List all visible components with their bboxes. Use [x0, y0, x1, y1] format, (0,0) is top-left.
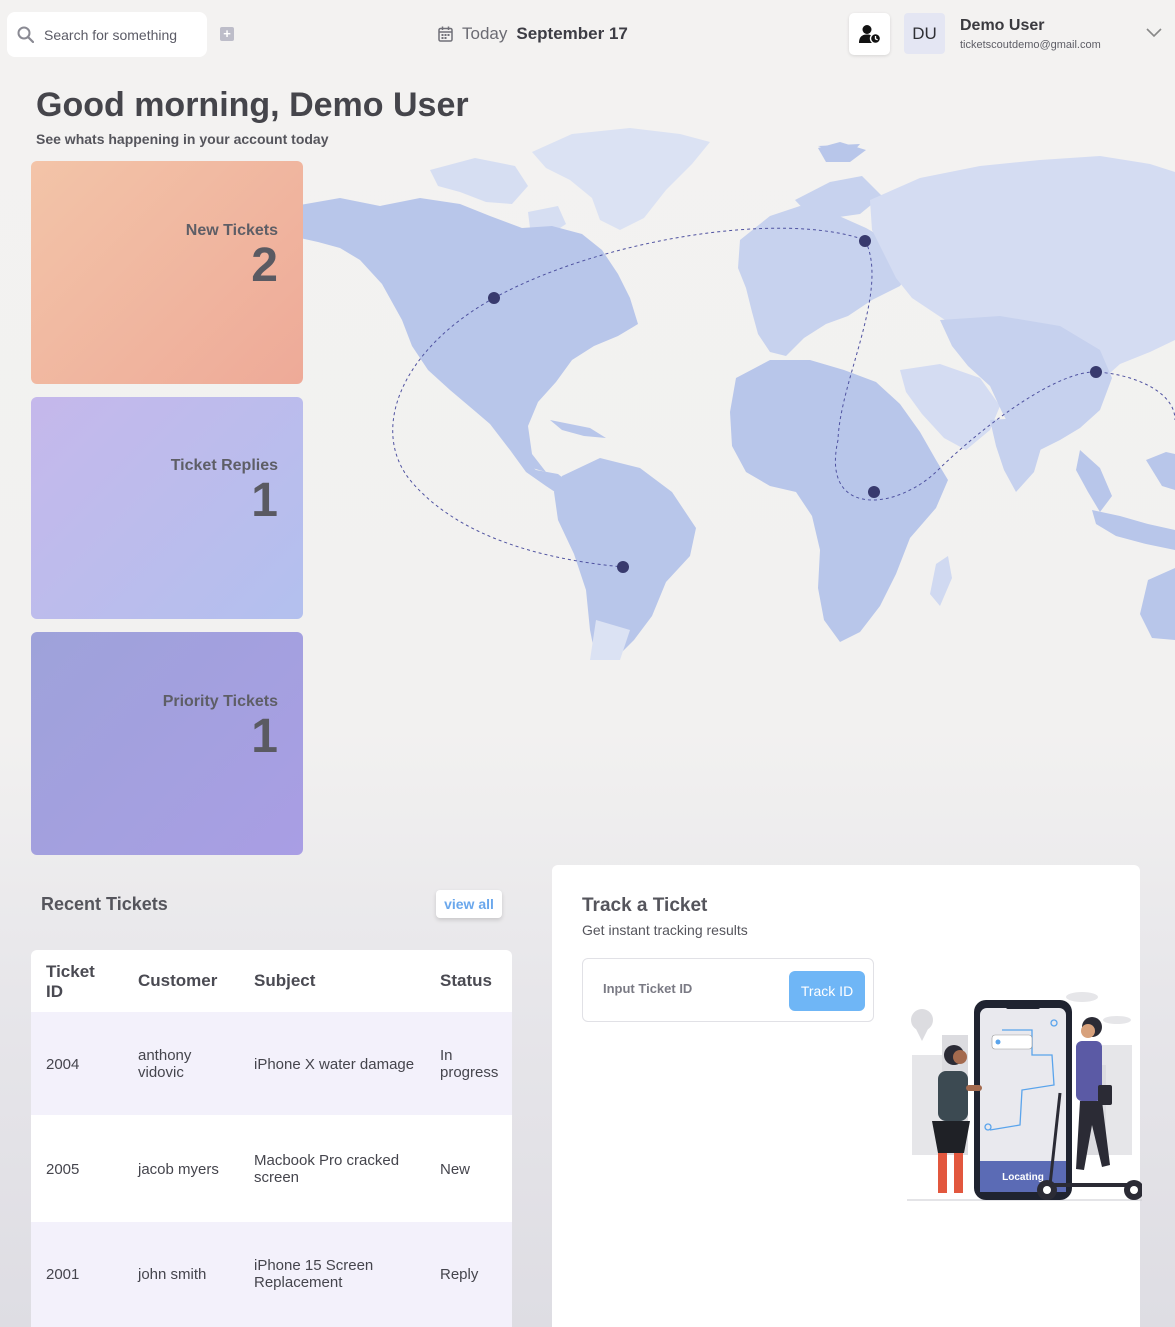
- table-header: Ticket ID Customer Subject Status: [31, 950, 512, 1012]
- calendar-icon: [438, 26, 453, 42]
- customer-cell: jacob myers: [138, 1161, 219, 1178]
- track-ticket-subtitle: Get instant tracking results: [582, 922, 748, 938]
- tracking-illustration: Locating: [907, 992, 1142, 1201]
- new-tickets-count: 2: [251, 238, 278, 292]
- column-header-ticket-id[interactable]: Ticket ID: [46, 962, 116, 1002]
- user-status-button[interactable]: [849, 13, 890, 55]
- page-subtitle: See whats happening in your account toda…: [36, 131, 329, 147]
- subject-cell: iPhone X water damage: [254, 1056, 415, 1073]
- ticket-replies-card[interactable]: Ticket Replies 1: [31, 397, 303, 619]
- new-tickets-label: New Tickets: [185, 221, 278, 239]
- view-all-button[interactable]: view all: [436, 890, 502, 918]
- date-prefix: Today: [462, 24, 508, 43]
- customer-cell: john smith: [138, 1266, 207, 1283]
- chevron-down-icon[interactable]: [1146, 28, 1162, 38]
- track-ticket-form: Track ID: [582, 958, 874, 1022]
- track-id-button[interactable]: Track ID: [789, 971, 865, 1011]
- world-map-illustration: [300, 128, 1175, 660]
- recent-tickets-title: Recent Tickets: [41, 894, 168, 914]
- subject-cell: iPhone 15 Screen Replacement: [254, 1257, 374, 1291]
- priority-tickets-label: Priority Tickets: [162, 692, 278, 710]
- phone-status-text: Locating: [1002, 1172, 1044, 1183]
- table-row[interactable]: 2004 anthony vidovic iPhone X water dama…: [31, 1012, 512, 1115]
- plus-square-icon[interactable]: +: [220, 27, 234, 41]
- ticket-id-cell: 2005: [46, 1161, 80, 1178]
- customer-cell: anthony vidovic: [138, 1047, 192, 1081]
- priority-tickets-card[interactable]: Priority Tickets 1: [31, 632, 303, 855]
- status-cell: New: [440, 1161, 471, 1178]
- page-title: Good morning, Demo User: [36, 86, 469, 124]
- track-ticket-title: Track a Ticket: [582, 895, 708, 916]
- ticket-id-cell: 2004: [46, 1056, 80, 1073]
- track-ticket-panel: Track a Ticket Get instant tracking resu…: [552, 865, 1142, 1327]
- status-cell: In progress: [440, 1047, 499, 1081]
- search-box[interactable]: [7, 12, 207, 57]
- priority-tickets-count: 1: [251, 709, 278, 763]
- status-cell: Reply: [440, 1266, 479, 1283]
- user-email: ticketscoutdemo@gmail.com: [960, 39, 1101, 51]
- avatar[interactable]: DU: [904, 13, 945, 54]
- subject-cell: Macbook Pro cracked screen: [254, 1152, 400, 1186]
- ticket-id-input[interactable]: [603, 981, 763, 996]
- search-icon: [17, 26, 34, 43]
- table-row[interactable]: 2001 john smith iPhone 15 Screen Replace…: [31, 1222, 512, 1327]
- date-value: September 17: [516, 24, 628, 43]
- user-name: Demo User: [960, 17, 1045, 34]
- column-header-customer[interactable]: Customer: [138, 971, 217, 991]
- ticket-id-cell: 2001: [46, 1266, 80, 1283]
- date-display: Today September 17: [438, 24, 628, 44]
- table-row[interactable]: 2005 jacob myers Macbook Pro cracked scr…: [31, 1115, 512, 1222]
- ticket-replies-count: 1: [251, 474, 278, 527]
- user-clock-icon: [858, 25, 881, 44]
- column-header-subject[interactable]: Subject: [254, 971, 315, 991]
- ticket-replies-label: Ticket Replies: [170, 457, 278, 474]
- recent-tickets-table: Ticket ID Customer Subject Status 2004 a…: [31, 950, 512, 1327]
- column-header-status[interactable]: Status: [440, 971, 492, 991]
- new-tickets-card[interactable]: New Tickets 2: [31, 161, 303, 384]
- search-input[interactable]: [44, 26, 194, 43]
